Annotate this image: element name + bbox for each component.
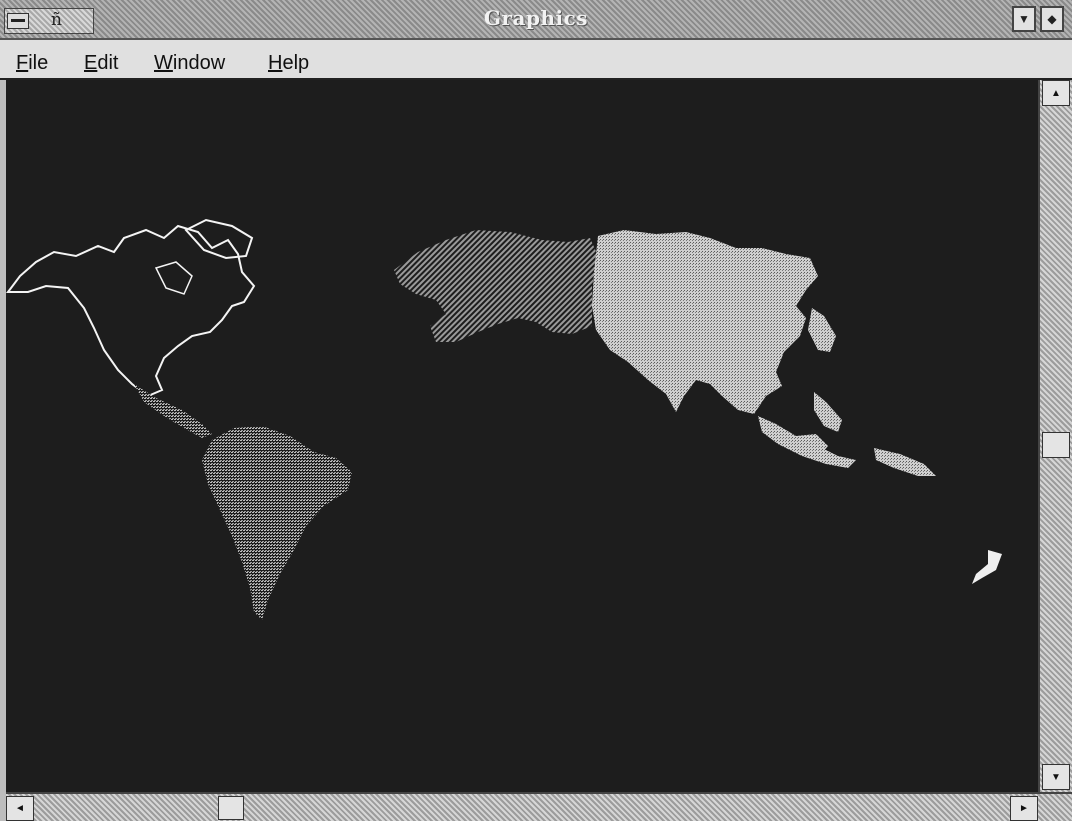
- scroll-up-button[interactable]: ▲: [1042, 80, 1070, 106]
- menu-edit[interactable]: Edit: [84, 52, 118, 75]
- menu-file[interactable]: File: [16, 52, 48, 75]
- scroll-left-icon: ◄: [15, 803, 25, 814]
- south-america-region: [202, 426, 352, 620]
- map-canvas[interactable]: [6, 80, 1038, 792]
- minimize-icon: ▼: [1018, 12, 1030, 26]
- scroll-left-button[interactable]: ◄: [6, 796, 34, 821]
- scroll-right-icon: ►: [1019, 803, 1029, 814]
- graphics-window: ñ Graphics ▼ ◆ File Edit Window Help ▲ ▼…: [0, 0, 1072, 821]
- new-zealand-region: [972, 550, 1002, 584]
- menu-edit-mnemonic: E: [84, 52, 98, 74]
- menu-file-mnemonic: F: [16, 52, 29, 74]
- menu-help-mnemonic: H: [268, 52, 283, 74]
- scroll-right-button[interactable]: ►: [1010, 796, 1038, 821]
- menu-window-label: indow: [172, 52, 226, 74]
- scroll-down-button[interactable]: ▼: [1042, 764, 1070, 790]
- menu-file-label: ile: [28, 52, 49, 74]
- vertical-scrollbar[interactable]: ▲ ▼: [1038, 80, 1072, 792]
- new-guinea-region: [874, 448, 936, 476]
- russia-region: [394, 230, 598, 342]
- china-region: [592, 230, 818, 414]
- menu-edit-label: dit: [97, 52, 119, 74]
- title-bar[interactable]: ñ Graphics ▼ ◆: [0, 0, 1072, 40]
- north-america-region: [6, 224, 256, 398]
- window-title: Graphics: [483, 6, 589, 30]
- world-map: [6, 218, 1002, 620]
- vertical-scroll-thumb[interactable]: [1042, 432, 1070, 458]
- menu-window[interactable]: Window: [154, 52, 225, 75]
- scroll-up-icon: ▲: [1051, 87, 1061, 99]
- scroll-down-icon: ▼: [1051, 771, 1061, 783]
- minimize-button[interactable]: ▼: [1012, 6, 1036, 32]
- menu-window-mnemonic: W: [154, 52, 173, 74]
- menu-help-label: elp: [282, 52, 310, 74]
- menu-bar: File Edit Window Help: [0, 40, 1072, 80]
- central-america-region: [134, 384, 212, 438]
- maximize-button[interactable]: ◆: [1040, 6, 1064, 32]
- horizontal-scroll-thumb[interactable]: [218, 796, 244, 820]
- menu-help[interactable]: Help: [268, 52, 309, 75]
- philippines-region: [814, 392, 842, 432]
- japan-region: [808, 308, 836, 352]
- maximize-icon: ◆: [1047, 12, 1057, 26]
- horizontal-scrollbar[interactable]: ◄ ►: [6, 792, 1072, 821]
